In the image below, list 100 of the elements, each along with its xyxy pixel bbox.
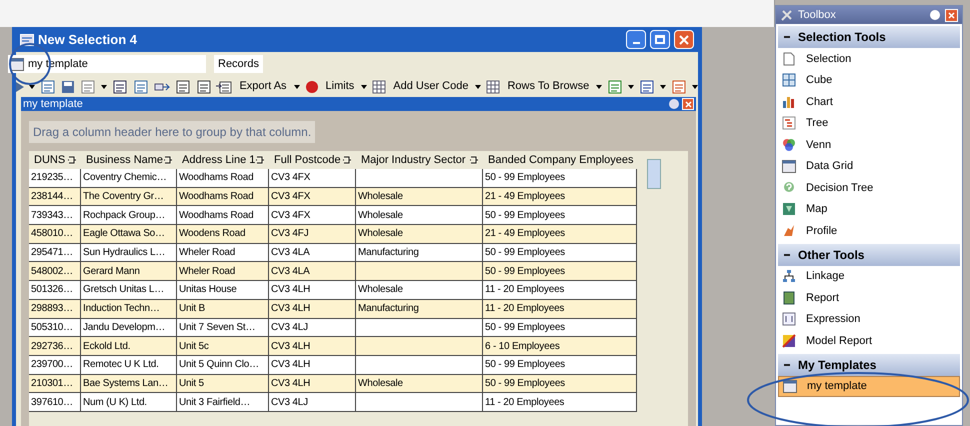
page-icon	[783, 52, 795, 66]
window-icon	[10, 58, 24, 70]
table-cell-text: Unit 5 Quinn Clo…	[179, 358, 259, 372]
section-header[interactable]: Selection Tools	[778, 26, 960, 48]
stop-icon	[304, 80, 319, 94]
linkage-icon	[782, 269, 796, 284]
tree-icon	[782, 116, 796, 130]
collapse-icon	[784, 252, 790, 258]
table-cell-text: Unit 5	[179, 376, 204, 391]
table-cell-text: CV3 4FX	[271, 208, 310, 223]
table-cell-text: 458010…	[31, 227, 73, 242]
close-button[interactable]	[674, 30, 694, 49]
table-cell-text: 50 - 99 Employees	[485, 246, 565, 260]
table-cell-text: 11 - 20 Employees	[485, 396, 564, 410]
toolbar-button[interactable]: Rows To Browse	[505, 78, 592, 95]
maximize-button[interactable]	[650, 30, 670, 49]
minimize-button[interactable]	[626, 30, 646, 49]
toolbox-item[interactable]: Profile	[778, 220, 960, 242]
table-cell-text: Wholesale	[358, 283, 403, 298]
dropdown-caret-icon	[596, 84, 602, 88]
section-header[interactable]: Other Tools	[778, 244, 960, 266]
table-cell-text: Induction Techn…	[83, 302, 160, 316]
table-cell-text: 21 - 49 Employees	[485, 227, 565, 242]
toolbox-item[interactable]: Venn	[778, 134, 960, 156]
toolbox-item[interactable]: Cube	[778, 70, 960, 91]
table-cell-text: CV3 4LH	[271, 376, 310, 391]
table-cell-text: Unitas House	[179, 283, 237, 298]
toolbox-item[interactable]: Tree	[778, 112, 960, 134]
toolbar-button[interactable]: Add User Code	[391, 78, 470, 95]
toolbox-item[interactable]: Model Report	[778, 330, 960, 352]
toolbar-button[interactable]: Limits	[324, 78, 356, 95]
table-cell-text: Rochpack Group…	[83, 208, 166, 223]
group-by-hint: Drag a column header here to group by that column.	[29, 121, 316, 143]
toolbar-button[interactable]: Export As	[237, 78, 289, 95]
table-cell-text: Gerard Mann	[83, 264, 140, 279]
toolbox-item[interactable]: Decision Tree	[778, 177, 960, 198]
window-icon	[783, 380, 797, 393]
table-cell-text: CV3 4LA	[271, 246, 310, 260]
table-cell-text: Wheler Road	[179, 246, 236, 260]
table-cell-text: Woodhams Road	[179, 171, 254, 186]
table-cell-text: 210301…	[31, 376, 73, 391]
toolbox-item[interactable]: Selection	[778, 48, 960, 70]
table-cell-text: 50 - 99 Employees	[485, 358, 565, 372]
table-cell-text: CV3 4LH	[271, 340, 310, 354]
map-icon	[782, 202, 796, 216]
toolbox-item[interactable]: Linkage	[778, 266, 960, 287]
toolbox-item[interactable]: Map	[778, 198, 960, 220]
scrollbar[interactable]	[647, 159, 661, 189]
model-report-icon	[782, 334, 796, 348]
dropdown-caret-icon	[660, 84, 666, 88]
toolbox-item[interactable]: my template	[778, 376, 960, 397]
table-cell-text: 397610…	[31, 396, 73, 410]
table-cell-text: Woodhams Road	[179, 190, 254, 204]
table-cell-text: Woodhams Road	[179, 208, 254, 223]
section-header[interactable]: My Templates	[778, 354, 960, 376]
document-icon[interactable]	[40, 78, 56, 94]
table-cell-text: Wholesale	[358, 190, 403, 204]
close-icon	[684, 100, 692, 108]
collapse-icon	[784, 34, 790, 40]
table-cell-text: Wheler Road	[179, 264, 236, 279]
table-cell-text: 219235…	[31, 171, 73, 186]
records-label: Records	[214, 55, 263, 73]
table-cell-text: 295471…	[31, 246, 73, 260]
table-cell-text: CV3 4LA	[271, 264, 310, 279]
dropdown-caret-icon	[475, 84, 482, 88]
question-icon	[782, 180, 796, 195]
table-cell-text: 238144…	[31, 190, 73, 204]
report-icon	[783, 290, 795, 305]
table-cell-text: 548002…	[31, 264, 73, 279]
profile-icon	[782, 224, 796, 238]
table-cell-text: CV3 4FX	[271, 171, 310, 186]
dropdown-caret-icon	[361, 84, 368, 88]
table-cell-text: Sun Hydraulics L…	[83, 246, 166, 260]
grid-icon	[782, 73, 796, 88]
dropdown-caret-icon	[294, 84, 300, 88]
toolbox-item[interactable]: Chart	[778, 91, 960, 112]
play-icon[interactable]	[16, 82, 24, 92]
toolbox-title: Toolbox	[798, 8, 837, 23]
table-cell-text: Wholesale	[358, 208, 403, 223]
dropdown-caret-icon	[100, 84, 107, 88]
expression-icon	[782, 312, 796, 326]
table-cell-text: Unit 3 Fairfield…	[179, 396, 250, 410]
table-cell-text: 292736…	[31, 340, 73, 354]
table-cell-text: Num (U K) Ltd.	[83, 396, 147, 410]
dropdown-caret-icon	[692, 84, 698, 88]
table-cell-text: 50 - 99 Employees	[485, 320, 565, 335]
arrow-right-icon[interactable]	[154, 80, 170, 92]
close-button[interactable]	[945, 8, 958, 22]
child-window-title: my template	[23, 97, 83, 111]
table-cell-text: CV3 4LJ	[271, 396, 308, 410]
table-cell-text: CV3 4LJ	[271, 320, 308, 335]
table-cell-text: Woodens Road	[179, 227, 246, 242]
table-cell-text: 11 - 20 Employees	[485, 283, 564, 298]
toolbox-item[interactable]: Report	[778, 287, 960, 308]
table-cell-text: Coventry Chemic…	[83, 171, 166, 186]
toolbox-item[interactable]: Data Grid	[778, 156, 960, 177]
toolbox-item[interactable]: Expression	[778, 308, 960, 330]
table-icon	[372, 80, 386, 94]
close-button[interactable]	[682, 98, 694, 110]
save-icon[interactable]	[60, 80, 75, 94]
